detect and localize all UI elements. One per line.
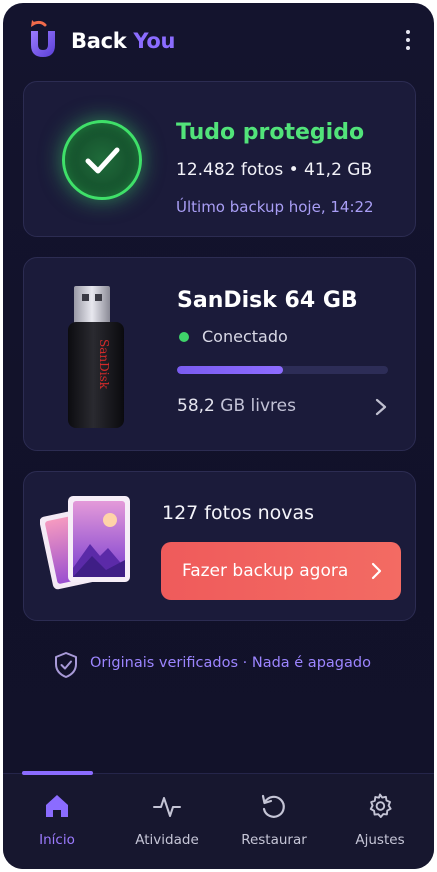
- nav-label-inicio: Início: [39, 832, 75, 848]
- free-space-value: 58,2: [177, 396, 215, 416]
- more-vertical-icon-dot: [406, 46, 410, 50]
- nav-item-inicio[interactable]: Início: [7, 774, 107, 869]
- backup-stats: 12.482 fotos • 41,2 GB: [176, 160, 373, 180]
- shield-check-icon: [55, 652, 77, 678]
- app-title-part2: You: [133, 29, 176, 53]
- usb-brand-text: SanDisk: [97, 339, 111, 390]
- last-backup-time: Último backup hoje, 14:22: [176, 198, 374, 216]
- connection-status: Conectado: [202, 327, 288, 346]
- nav-item-ajustes[interactable]: Ajustes: [330, 774, 430, 869]
- storage-progress-fill: [177, 366, 283, 374]
- activity-icon: [153, 797, 181, 817]
- storage-progress-bar: [177, 366, 388, 374]
- nav-item-atividade[interactable]: Atividade: [117, 774, 217, 869]
- backup-now-button[interactable]: Fazer backup agora: [161, 542, 401, 600]
- drive-name: SanDisk 64 GB: [177, 288, 358, 313]
- bottom-nav: Início Atividade Restaurar Ajustes: [3, 771, 434, 869]
- app-title-part1: Back: [71, 29, 127, 53]
- app-screen: Back You Tudo protegido 12.482 fotos • 4…: [3, 3, 434, 869]
- usb-drive-icon: SanDisk: [68, 286, 124, 428]
- nav-label-restaurar: Restaurar: [241, 832, 307, 848]
- protection-status-card: Tudo protegido 12.482 fotos • 41,2 GB Úl…: [23, 81, 416, 237]
- verification-note: Originais verificados · Nada é apagado: [3, 651, 434, 681]
- free-space-label: 58,2 GB livres: [177, 396, 296, 416]
- free-space-unit: GB livres: [220, 396, 296, 416]
- new-photos-count: 127 fotos novas: [162, 502, 315, 524]
- drive-card[interactable]: SanDisk SanDisk 64 GB Conectado 58,2 GB …: [23, 257, 416, 451]
- app-title: Back You: [71, 29, 175, 53]
- nav-label-ajustes: Ajustes: [355, 832, 405, 848]
- app-header: Back You: [3, 3, 434, 79]
- status-title: Tudo protegido: [176, 120, 365, 145]
- photos-icon: [40, 496, 130, 590]
- restore-icon: [261, 794, 285, 818]
- more-vertical-icon: [406, 30, 410, 34]
- chevron-right-icon: [371, 562, 382, 580]
- more-vertical-icon-dot: [406, 38, 410, 42]
- gear-icon: [369, 793, 392, 818]
- backup-now-label: Fazer backup agora: [182, 561, 349, 581]
- nav-item-restaurar[interactable]: Restaurar: [224, 774, 324, 869]
- nav-label-atividade: Atividade: [135, 832, 199, 848]
- more-menu-button[interactable]: [400, 27, 416, 53]
- home-icon: [46, 795, 68, 817]
- verification-note-text: Originais verificados · Nada é apagado: [90, 655, 371, 671]
- new-photos-card: 127 fotos novas Fazer backup agora: [23, 471, 416, 621]
- app-logo-icon: [31, 20, 55, 57]
- check-icon: [62, 120, 142, 200]
- chevron-right-icon[interactable]: [371, 396, 391, 418]
- connected-status-dot: [179, 332, 189, 342]
